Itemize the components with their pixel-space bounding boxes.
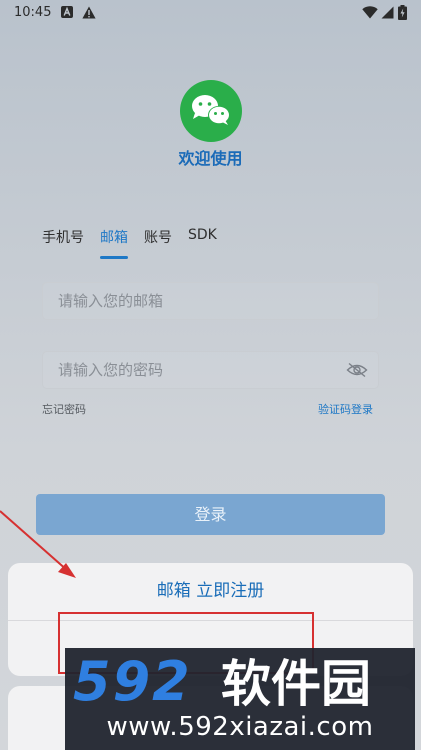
watermark-url: www.592xiazai.com [106, 712, 374, 742]
tab-sdk[interactable]: SDK [188, 227, 217, 243]
svg-text:软件园: 软件园 [221, 655, 371, 708]
forgot-password-link[interactable]: 忘记密码 [42, 401, 86, 417]
tab-email[interactable]: 邮箱 [100, 227, 128, 247]
battery-charging-icon [398, 5, 407, 20]
annotation-arrow-icon [0, 510, 76, 578]
eye-off-icon[interactable] [346, 362, 368, 378]
status-bar: 10:45 [0, 0, 421, 28]
welcome-title: 欢迎使用 [178, 149, 243, 168]
svg-text:592: 592 [73, 654, 192, 708]
password-field [42, 351, 379, 389]
watermark-banner: 592 软件园 www.592xiazai.com [65, 648, 415, 750]
email-input[interactable] [58, 283, 338, 319]
tab-account[interactable]: 账号 [144, 227, 172, 247]
status-time: 10:45 [14, 5, 52, 20]
wifi-icon [362, 6, 378, 19]
password-input[interactable] [58, 352, 338, 388]
a-box-icon [61, 6, 73, 18]
wechat-logo-icon [180, 80, 242, 142]
email-field [42, 282, 379, 320]
warning-icon [82, 6, 96, 19]
tab-phone[interactable]: 手机号 [42, 227, 84, 247]
watermark-brand-logo: 592 软件园 [73, 654, 371, 708]
code-login-link[interactable]: 验证码登录 [318, 401, 373, 417]
active-tab-indicator [100, 256, 128, 259]
signal-icon [381, 6, 394, 19]
